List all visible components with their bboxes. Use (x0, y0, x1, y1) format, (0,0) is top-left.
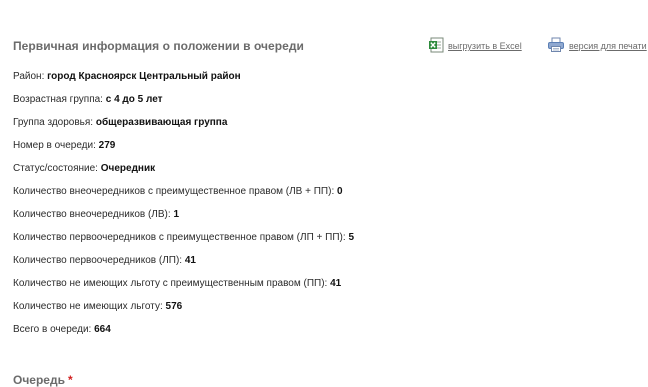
info-value: 41 (330, 278, 342, 289)
info-value: 1 (173, 209, 179, 220)
info-row-pp-count: Количество не имеющих льготу с преимущес… (13, 276, 354, 299)
printer-icon (547, 37, 565, 55)
section-title: Первичная информация о положении в очере… (13, 39, 304, 53)
export-excel-link[interactable]: выгрузить в Excel (428, 36, 522, 56)
export-actions: выгрузить в Excel версия для печати (428, 36, 648, 56)
info-label: Количество не имеющих льготу: (13, 301, 163, 312)
info-row-lp-count: Количество первоочередников (ЛП): 41 (13, 253, 354, 276)
info-row-age-group: Возрастная группа: с 4 до 5 лет (13, 92, 354, 115)
queue-info-page: Первичная информация о положении в очере… (0, 0, 648, 387)
queue-info-list: Район: город Красноярск Центральный райо… (13, 69, 354, 345)
print-version-link[interactable]: версия для печати (547, 36, 647, 56)
info-value: 5 (348, 232, 354, 243)
queue-section-title: Очередь * (13, 373, 73, 387)
info-label: Номер в очереди: (13, 140, 96, 151)
print-version-label: версия для печати (569, 41, 647, 51)
info-row-lv-pp-count: Количество внеочередников с преимуществе… (13, 184, 354, 207)
info-label: Всего в очереди: (13, 324, 92, 335)
info-value: общеразвивающая группа (95, 117, 228, 128)
info-row-lp-pp-count: Количество первоочередников с преимущест… (13, 230, 354, 253)
required-mark: * (67, 373, 73, 387)
info-value: 664 (94, 324, 111, 335)
info-label: Группа здоровья: (13, 117, 94, 128)
info-row-total: Всего в очереди: 664 (13, 322, 354, 345)
info-label: Возрастная группа: (13, 94, 103, 105)
info-value: Очередник (100, 163, 156, 174)
info-value: 279 (98, 140, 116, 151)
info-value: с 4 до 5 лет (105, 94, 163, 105)
info-label: Количество первоочередников с преимущест… (13, 232, 346, 243)
info-value: город Красноярск Центральный район (47, 71, 241, 82)
info-value: 576 (165, 301, 183, 312)
info-row-lv-count: Количество внеочередников (ЛВ): 1 (13, 207, 354, 230)
export-excel-label: выгрузить в Excel (448, 41, 522, 51)
info-label: Количество внеочередников (ЛВ): (13, 209, 171, 220)
info-row-queue-number: Номер в очереди: 279 (13, 138, 354, 161)
info-value: 0 (337, 186, 343, 197)
info-label: Район: (13, 71, 45, 82)
info-row-health-group: Группа здоровья: общеразвивающая группа (13, 115, 354, 138)
info-value: 41 (184, 255, 196, 266)
info-row-status: Статус/состояние: Очередник (13, 161, 354, 184)
info-label: Количество внеочередников с преимуществе… (13, 186, 335, 197)
info-label: Статус/состояние: (13, 163, 98, 174)
info-row-district: Район: город Красноярск Центральный райо… (13, 69, 354, 92)
queue-title-label: Очередь (13, 373, 65, 387)
excel-icon (428, 37, 444, 55)
info-label: Количество не имеющих льготу с преимущес… (13, 278, 328, 289)
info-row-no-benefit-count: Количество не имеющих льготу: 576 (13, 299, 354, 322)
info-label: Количество первоочередников (ЛП): (13, 255, 183, 266)
